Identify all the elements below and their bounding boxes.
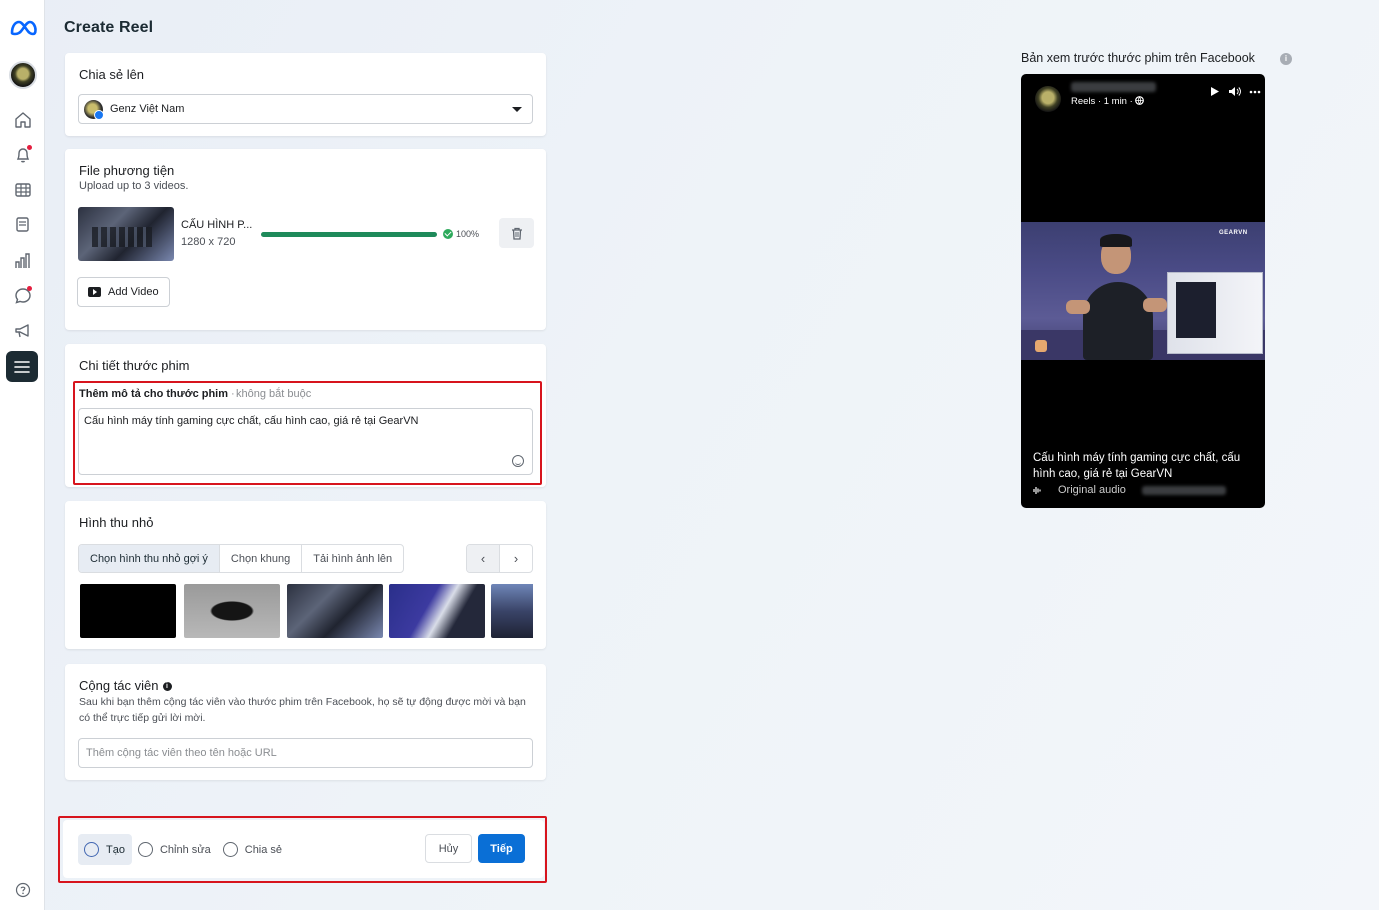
chart-icon[interactable] — [0, 247, 45, 275]
tab-choose-frame[interactable]: Chọn khung — [220, 545, 303, 572]
thumbnail-option[interactable] — [80, 584, 176, 638]
media-title: File phương tiện — [79, 163, 175, 178]
media-file-card: File phương tiện Upload up to 3 videos. … — [65, 149, 546, 330]
chevron-right-icon[interactable]: › — [500, 545, 532, 572]
tab-upload-image[interactable]: Tải hình ảnh lên — [302, 545, 403, 572]
preview-audio: Original audio — [1033, 484, 1226, 496]
collaborators-title: Cộng tác viên i — [79, 678, 172, 693]
thumbnail-option[interactable] — [491, 584, 533, 638]
pages-icon[interactable] — [0, 211, 45, 239]
video-frame: GEARVN — [1021, 222, 1265, 360]
help-icon[interactable] — [0, 876, 45, 904]
preview-title: Bản xem trước thước phim trên Facebook — [1021, 51, 1255, 65]
share-to-title: Chia sẻ lên — [79, 67, 145, 82]
thumbnail-title: Hình thu nhỏ — [79, 515, 154, 530]
facebook-badge-icon — [94, 110, 104, 120]
megaphone-icon[interactable] — [0, 317, 45, 345]
page-select[interactable]: Genz Việt Nam — [78, 94, 533, 124]
more-icon — [1249, 90, 1261, 93]
left-rail — [0, 0, 45, 910]
delete-video-button[interactable] — [499, 218, 534, 248]
preview-caption: Cấu hình máy tính gaming cực chất, cấu h… — [1033, 452, 1241, 480]
chevron-down-icon — [512, 107, 522, 112]
globe-icon — [1135, 96, 1145, 105]
collaborator-placeholder: Thêm cộng tác viên theo tên hoặc URL — [86, 747, 277, 759]
add-video-label: Add Video — [108, 286, 159, 298]
selected-page-label: Genz Việt Nam — [110, 103, 185, 115]
upload-progress-label: 100% — [456, 229, 480, 239]
thumbnail-pager: ‹ › — [466, 544, 533, 573]
file-name: CẤU HÌNH P... — [181, 219, 253, 231]
play-icon — [1211, 87, 1219, 96]
menu-icon[interactable] — [6, 351, 38, 382]
page-avatar[interactable] — [9, 61, 37, 89]
highlight-box-footer — [58, 816, 547, 883]
home-icon[interactable] — [0, 106, 45, 134]
highlight-box-description — [73, 381, 542, 485]
grid-icon[interactable] — [0, 176, 45, 204]
collaborator-input[interactable]: Thêm cộng tác viên theo tên hoặc URL — [78, 738, 533, 768]
share-to-card: Chia sẻ lên Genz Việt Nam — [65, 53, 546, 136]
reel-preview: Reels · 1 min · GEARVN Cấu hình máy tính… — [1021, 74, 1265, 508]
chat-icon[interactable] — [0, 282, 45, 310]
thumbnail-option[interactable] — [184, 584, 280, 638]
audio-wave-icon — [1033, 486, 1041, 494]
add-video-button[interactable]: Add Video — [77, 277, 170, 307]
volume-icon — [1229, 87, 1241, 96]
chevron-left-icon[interactable]: ‹ — [467, 545, 500, 572]
brand-watermark: GEARVN — [1219, 230, 1248, 236]
info-icon[interactable]: i — [1280, 53, 1292, 65]
upload-progress-bar — [261, 232, 437, 237]
check-icon — [443, 229, 453, 239]
meta-logo-icon[interactable] — [0, 14, 45, 42]
trash-icon — [511, 227, 522, 240]
media-subtitle: Upload up to 3 videos. — [79, 180, 189, 192]
tab-suggested-thumbnail[interactable]: Chọn hình thu nhỏ gợi ý — [79, 545, 220, 572]
preview-meta: Reels · 1 min · — [1071, 96, 1145, 107]
video-thumbnail — [78, 207, 174, 261]
preview-page-name-blurred — [1071, 82, 1156, 92]
info-icon[interactable]: i — [162, 682, 172, 691]
audio-source-blurred — [1141, 485, 1226, 495]
reel-details-title: Chi tiết thước phim — [79, 358, 190, 373]
video-icon — [88, 287, 101, 297]
preview-avatar — [1035, 86, 1061, 112]
preview-controls — [1210, 86, 1261, 97]
thumbnail-card: Hình thu nhỏ Chọn hình thu nhỏ gợi ý Chọ… — [65, 501, 546, 649]
thumbnail-tabs: Chọn hình thu nhỏ gợi ý Chọn khung Tải h… — [78, 544, 405, 573]
thumbnail-strip — [80, 584, 533, 638]
thumbnail-option[interactable] — [389, 584, 485, 638]
file-resolution: 1280 x 720 — [181, 236, 236, 248]
thumbnail-option[interactable] — [287, 584, 383, 638]
bell-icon[interactable] — [0, 141, 45, 169]
audio-label: Original audio — [1058, 484, 1126, 496]
collaborators-description: Sau khi bạn thêm cộng tác viên vào thước… — [79, 696, 526, 724]
collaborators-card: Cộng tác viên i Sau khi bạn thêm cộng tác… — [65, 664, 546, 780]
page-title: Create Reel — [64, 19, 154, 36]
